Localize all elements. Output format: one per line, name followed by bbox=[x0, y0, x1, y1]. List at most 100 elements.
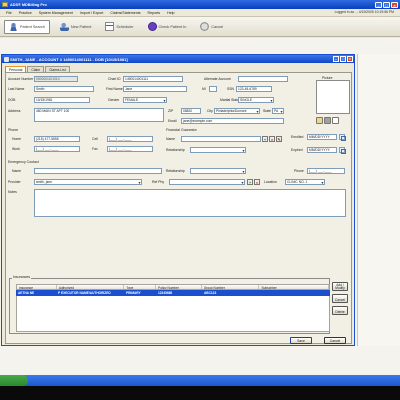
provider-label: Provider bbox=[8, 180, 21, 184]
cancel-insurance-button[interactable]: Cancel bbox=[332, 294, 348, 303]
home-phone-label: Home bbox=[12, 137, 22, 141]
col-insurance[interactable]: Insurance bbox=[17, 285, 57, 289]
email-field[interactable]: jane@example.com bbox=[181, 118, 284, 124]
cell-phone-field[interactable]: (___) ___-____ bbox=[107, 136, 153, 142]
gender-select[interactable]: FEMALE bbox=[123, 97, 167, 103]
patient-search-button[interactable]: Patient Search bbox=[4, 19, 50, 34]
marital-status-select[interactable]: SINGLE bbox=[238, 97, 274, 103]
dialog-minimize-icon[interactable]: – bbox=[333, 56, 339, 62]
scheduler-button[interactable]: Scheduler bbox=[101, 20, 137, 34]
taskbar bbox=[0, 375, 400, 386]
guarantor-name-field[interactable] bbox=[181, 136, 261, 142]
ssn-label: SSN bbox=[227, 87, 234, 91]
patient-search-icon bbox=[9, 22, 18, 31]
emergency-phone-label: Phone bbox=[294, 169, 304, 173]
save-button[interactable]: Save bbox=[290, 337, 312, 344]
gender-label: Gender bbox=[108, 98, 120, 102]
account-number-label: Account Number bbox=[8, 77, 34, 81]
patient-search-label: Patient Search bbox=[20, 24, 45, 29]
edit-guarantor-icon[interactable]: ✎ bbox=[276, 136, 282, 142]
zip-field[interactable]: 08820 bbox=[181, 108, 201, 114]
start-button[interactable] bbox=[0, 375, 28, 386]
first-name-label: First Name bbox=[106, 87, 123, 91]
location-select[interactable]: CLINIC NO. 1 bbox=[285, 179, 325, 185]
emergency-name-field[interactable] bbox=[34, 168, 162, 174]
window-title-bar: ADS® MDBilling Pro – □ × bbox=[0, 0, 400, 9]
delete-insurance-button[interactable]: Delete bbox=[332, 306, 348, 315]
notes-field[interactable] bbox=[34, 189, 346, 217]
emergency-relationship-select[interactable] bbox=[190, 168, 246, 174]
main-toolbar: Patient Search New Patient Scheduler Che… bbox=[0, 17, 400, 37]
dialog-maximize-icon[interactable]: □ bbox=[340, 56, 346, 62]
city-select[interactable]: Philadelphia/Dumont bbox=[214, 108, 260, 114]
camera-icon[interactable] bbox=[324, 117, 331, 124]
emergency-phone-field[interactable]: (___) ___-____ bbox=[307, 168, 345, 174]
col-group-number[interactable]: Group Number bbox=[202, 285, 260, 289]
folder-icon[interactable] bbox=[316, 117, 323, 124]
menu-import-export[interactable]: Import / Export bbox=[80, 11, 104, 15]
fax-field[interactable]: (___) ___-____ bbox=[107, 146, 153, 152]
chart-id-field[interactable]: 1490014001111 bbox=[123, 76, 183, 82]
new-patient-button[interactable]: New Patient bbox=[56, 20, 95, 34]
col-policy-number[interactable]: Policy Number bbox=[156, 285, 202, 289]
new-patient-label: New Patient bbox=[70, 24, 92, 29]
expired-label: Expired bbox=[291, 148, 303, 152]
chart-id-label: Chart ID bbox=[108, 77, 121, 81]
enrolled-calendar-icon[interactable] bbox=[339, 134, 346, 141]
state-select[interactable]: PA bbox=[272, 108, 284, 114]
work-phone-label: Work bbox=[12, 147, 20, 151]
state-label: State bbox=[263, 109, 271, 113]
scheduler-label: Scheduler bbox=[116, 24, 134, 29]
col-type[interactable]: Type bbox=[124, 285, 157, 289]
expired-field[interactable]: MM/DD/YYYY bbox=[307, 147, 337, 153]
alternate-account-field[interactable] bbox=[238, 76, 288, 82]
mi-field[interactable] bbox=[209, 86, 217, 92]
menu-reports[interactable]: Reports bbox=[148, 11, 161, 15]
clear-photo-icon[interactable] bbox=[332, 117, 339, 124]
minimize-icon[interactable]: – bbox=[375, 1, 382, 8]
toolbar-cancel-button[interactable]: Cancel bbox=[196, 20, 227, 34]
remove-guarantor-icon[interactable]: × bbox=[269, 136, 275, 142]
guarantor-relationship-select[interactable] bbox=[190, 147, 246, 153]
insurance-frame: Insurance Authorized Type Policy Number … bbox=[9, 278, 330, 334]
maximize-icon[interactable]: □ bbox=[383, 1, 390, 8]
menu-system-management[interactable]: System Management bbox=[39, 11, 73, 15]
close-icon[interactable]: × bbox=[391, 1, 398, 8]
check-patient-in-button[interactable]: Check Patient In bbox=[144, 20, 191, 34]
work-phone-field[interactable]: (___) ___-____ bbox=[34, 146, 80, 152]
ref-phy-label: Ref Phy bbox=[152, 180, 165, 184]
notes-label: Notes bbox=[8, 190, 17, 194]
add-guarantor-icon[interactable]: + bbox=[262, 136, 268, 142]
col-subscriber[interactable]: Subscriber bbox=[259, 285, 329, 289]
financial-guarantor-label: Financial Guarantor bbox=[166, 128, 197, 132]
patient-photo bbox=[316, 80, 350, 114]
home-phone-field[interactable]: (215) 477-5555 bbox=[34, 136, 80, 142]
col-authorized[interactable]: Authorized bbox=[57, 285, 125, 289]
add-modify-insurance-button[interactable]: Add / Modify bbox=[332, 282, 348, 291]
menu-file[interactable]: File bbox=[6, 11, 12, 15]
insurance-table-body[interactable] bbox=[16, 296, 330, 332]
ref-phy-select[interactable] bbox=[169, 179, 245, 185]
remove-ref-phy-icon[interactable]: × bbox=[254, 179, 260, 185]
address-field[interactable]: 460 MAIN ST APT 100 bbox=[34, 108, 164, 122]
account-number-field: 0000001101010 bbox=[34, 76, 78, 82]
menu-help[interactable]: Help bbox=[167, 11, 174, 15]
add-ref-phy-icon[interactable]: + bbox=[247, 179, 253, 185]
dialog-title: SMITH, JANE - ACCOUNT # 1490014001111 - … bbox=[10, 56, 128, 62]
last-name-field[interactable]: Smith bbox=[34, 86, 94, 92]
ssn-field[interactable]: 123-45-6789 bbox=[236, 86, 272, 92]
dob-field[interactable]: 10/15/1981 bbox=[34, 97, 90, 103]
provider-select[interactable]: smith, jane bbox=[34, 179, 142, 185]
background-panel bbox=[357, 54, 400, 346]
menu-practice[interactable]: Practice bbox=[19, 11, 32, 15]
menu-claims-statements[interactable]: Claims/Statements bbox=[110, 11, 140, 15]
emergency-relationship-label: Relationship bbox=[166, 169, 185, 173]
first-name-field[interactable]: Jane bbox=[123, 86, 187, 92]
enrolled-field[interactable]: MM/DD/YYYY bbox=[307, 134, 337, 140]
video-letterbox bbox=[0, 386, 400, 400]
dialog-close-icon[interactable]: × bbox=[347, 56, 353, 62]
window-title: ADS® MDBilling Pro bbox=[10, 2, 47, 7]
expired-calendar-icon[interactable] bbox=[339, 147, 346, 154]
cancel-button[interactable]: Cancel bbox=[324, 337, 346, 344]
check-patient-in-label: Check Patient In bbox=[158, 24, 187, 29]
